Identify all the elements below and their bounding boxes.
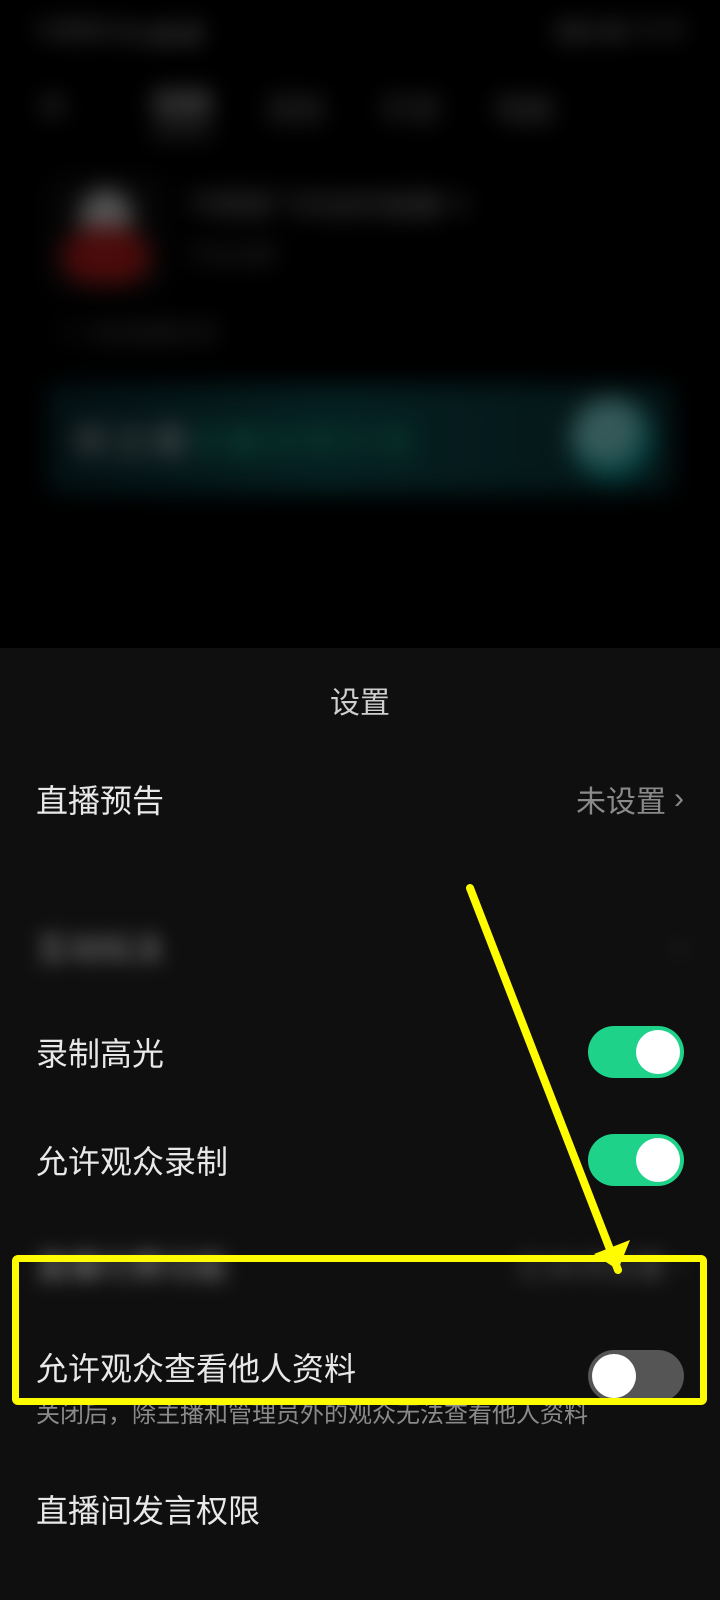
tab-computer[interactable]: 电脑	[494, 85, 554, 129]
close-icon[interactable]: ✕	[36, 84, 70, 130]
chevron-right-icon: ›	[674, 1248, 684, 1282]
tab-video[interactable]: 视频	[152, 80, 212, 134]
status-left: 中国移动 ▮ ◢ ◢	[36, 14, 198, 46]
status-right: ▮ ◧ ▣ 10:36	[557, 17, 684, 43]
profile-sub: 开始设置	[188, 238, 471, 270]
toggle-view-others-info[interactable]	[588, 1350, 684, 1402]
row-live-forecast-label: 直播预告	[36, 776, 164, 822]
row-view-others-info-sub: 关闭后，除主播和管理员外的观众无法查看他人资料	[36, 1400, 588, 1430]
row-view-others-info-label: 允许观众查看他人资料	[36, 1344, 588, 1390]
row-hidden-2-value: 已关闭设置 ›	[516, 1243, 684, 1287]
chevron-right-icon: ›	[674, 782, 684, 816]
chevron-right-icon: ›	[674, 930, 684, 964]
row-record-highlight-label: 录制高光	[36, 1029, 164, 1075]
row-allow-record-label: 允许观众录制	[36, 1137, 228, 1183]
row-hidden-1[interactable]: 互动玩法 ›	[0, 896, 720, 998]
avatar[interactable]	[46, 174, 166, 294]
profile-block: 不愿意飞鸟店的直播 ✎ 开始设置	[0, 144, 720, 312]
row-live-forecast[interactable]: 直播预告 未设置 ›	[0, 748, 720, 850]
sheet-title: 设置	[0, 648, 720, 748]
row-allow-record: 允许观众录制	[0, 1106, 720, 1214]
row-hidden-2-label: 直播付费功能	[36, 1242, 228, 1288]
row-live-forecast-value: 未设置 ›	[576, 777, 684, 821]
row-speak-permission[interactable]: 直播间发言权限	[0, 1458, 720, 1560]
tab-voice[interactable]: 语音	[266, 85, 326, 129]
top-tabs: ✕ 视频 语音 手游 电脑	[0, 60, 720, 144]
row-view-others-info: 允许观众查看他人资料 关闭后，除主播和管理员外的观众无法查看他人资料	[0, 1316, 720, 1458]
banner-text-a: 新主播	[74, 421, 188, 462]
promo-banner[interactable]: 新主播流量扶持计划	[46, 384, 674, 494]
status-bar: 中国移动 ▮ ◢ ◢ ▮ ◧ ▣ 10:36	[0, 0, 720, 60]
row-live-forecast-value-text: 未设置	[576, 777, 666, 821]
banner-text-b: 流量扶持计划	[188, 421, 416, 462]
row-record-highlight: 录制高光	[0, 998, 720, 1106]
row-hidden-2-value-text: 已关闭设置	[516, 1243, 666, 1287]
toggle-record-highlight[interactable]	[588, 1026, 684, 1078]
profile-name: 不愿意飞鸟店的直播 ✎	[188, 184, 471, 224]
settings-sheet: 设置 直播预告 未设置 › 互动玩法 › 录制高光 允许观众录制 直播付费功能 …	[0, 648, 720, 1600]
toggle-allow-record[interactable]	[588, 1134, 684, 1186]
row-speak-permission-label: 直播间发言权限	[36, 1486, 260, 1532]
tab-mobile[interactable]: 手游	[380, 85, 440, 129]
banner-icon	[561, 389, 664, 492]
profile-subline: ◎ 当前直播内容	[0, 312, 720, 374]
banner-text: 新主播流量扶持计划	[74, 413, 416, 465]
row-hidden-2[interactable]: 直播付费功能 已关闭设置 ›	[0, 1214, 720, 1316]
row-hidden-1-label: 互动玩法	[36, 924, 164, 970]
